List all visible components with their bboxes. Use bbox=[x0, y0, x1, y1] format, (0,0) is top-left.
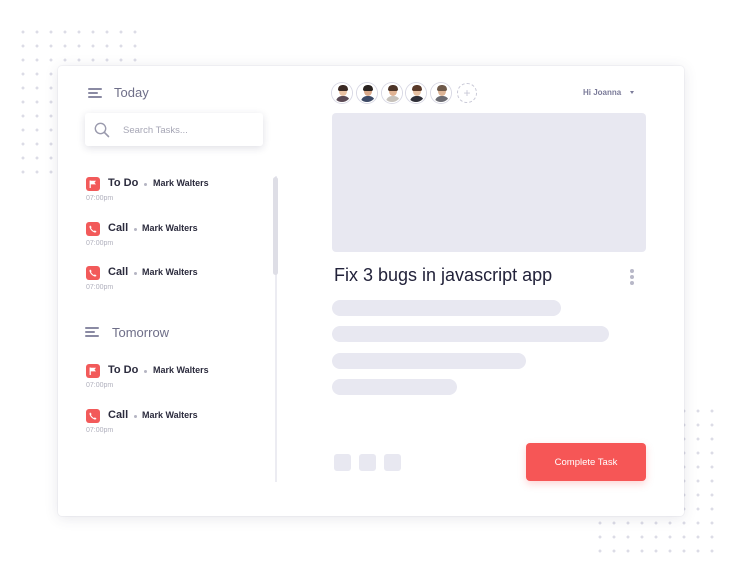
caret-down-icon[interactable] bbox=[630, 91, 634, 94]
separator-dot bbox=[144, 370, 147, 373]
separator-dot bbox=[134, 228, 137, 231]
task-type: Call bbox=[108, 409, 129, 421]
avatar[interactable] bbox=[406, 83, 426, 103]
complete-task-button[interactable]: Complete Task bbox=[526, 443, 646, 481]
task-item[interactable]: To Do Mark Walters 07:00pm bbox=[86, 177, 266, 207]
scrollbar-thumb[interactable] bbox=[273, 177, 278, 275]
action-placeholder[interactable] bbox=[334, 454, 351, 471]
image-placeholder bbox=[332, 113, 646, 252]
avatar[interactable] bbox=[382, 83, 402, 103]
flag-icon bbox=[86, 364, 100, 378]
text-placeholder bbox=[332, 300, 561, 316]
task-type: To Do bbox=[108, 364, 139, 376]
search-input[interactable] bbox=[121, 121, 255, 139]
text-placeholder bbox=[332, 353, 526, 369]
text-placeholder bbox=[332, 379, 457, 395]
phone-icon bbox=[86, 222, 100, 236]
search-icon bbox=[94, 122, 110, 138]
task-person: Mark Walters bbox=[142, 410, 198, 420]
flag-icon bbox=[86, 177, 100, 191]
text-placeholder bbox=[332, 326, 609, 342]
search-box[interactable] bbox=[85, 113, 263, 146]
section-title-today: Today bbox=[114, 85, 149, 100]
task-time: 07:00pm bbox=[86, 195, 114, 202]
task-item[interactable]: To Do Mark Walters 07:00pm bbox=[86, 364, 266, 394]
avatar[interactable] bbox=[431, 83, 451, 103]
separator-dot bbox=[134, 415, 137, 418]
menu-icon[interactable] bbox=[85, 327, 99, 337]
task-time: 07:00pm bbox=[86, 284, 114, 291]
task-type: Call bbox=[108, 222, 129, 234]
task-item[interactable]: Call Mark Walters 07:00pm bbox=[86, 266, 266, 296]
task-time: 07:00pm bbox=[86, 382, 114, 389]
user-greeting[interactable]: Hi Joanna bbox=[583, 88, 621, 97]
task-time: 07:00pm bbox=[86, 240, 114, 247]
more-options-icon[interactable] bbox=[629, 269, 635, 287]
action-placeholder[interactable] bbox=[359, 454, 376, 471]
task-person: Mark Walters bbox=[142, 223, 198, 233]
add-member-button[interactable]: + bbox=[457, 83, 477, 103]
separator-dot bbox=[134, 272, 137, 275]
section-title-tomorrow: Tomorrow bbox=[112, 325, 170, 340]
separator-dot bbox=[144, 183, 147, 186]
task-person: Mark Walters bbox=[153, 178, 209, 188]
phone-icon bbox=[86, 266, 100, 280]
task-person: Mark Walters bbox=[142, 267, 198, 277]
task-type: Call bbox=[108, 266, 129, 278]
avatar[interactable] bbox=[332, 83, 352, 103]
phone-icon bbox=[86, 409, 100, 423]
task-person: Mark Walters bbox=[153, 365, 209, 375]
task-type: To Do bbox=[108, 177, 139, 189]
task-item[interactable]: Call Mark Walters 07:00pm bbox=[86, 409, 266, 439]
task-item[interactable]: Call Mark Walters 07:00pm bbox=[86, 222, 266, 252]
task-title: Fix 3 bugs in javascript app bbox=[334, 265, 553, 285]
menu-icon[interactable] bbox=[88, 88, 102, 98]
avatar[interactable] bbox=[357, 83, 377, 103]
action-placeholder[interactable] bbox=[384, 454, 401, 471]
task-time: 07:00pm bbox=[86, 427, 114, 434]
